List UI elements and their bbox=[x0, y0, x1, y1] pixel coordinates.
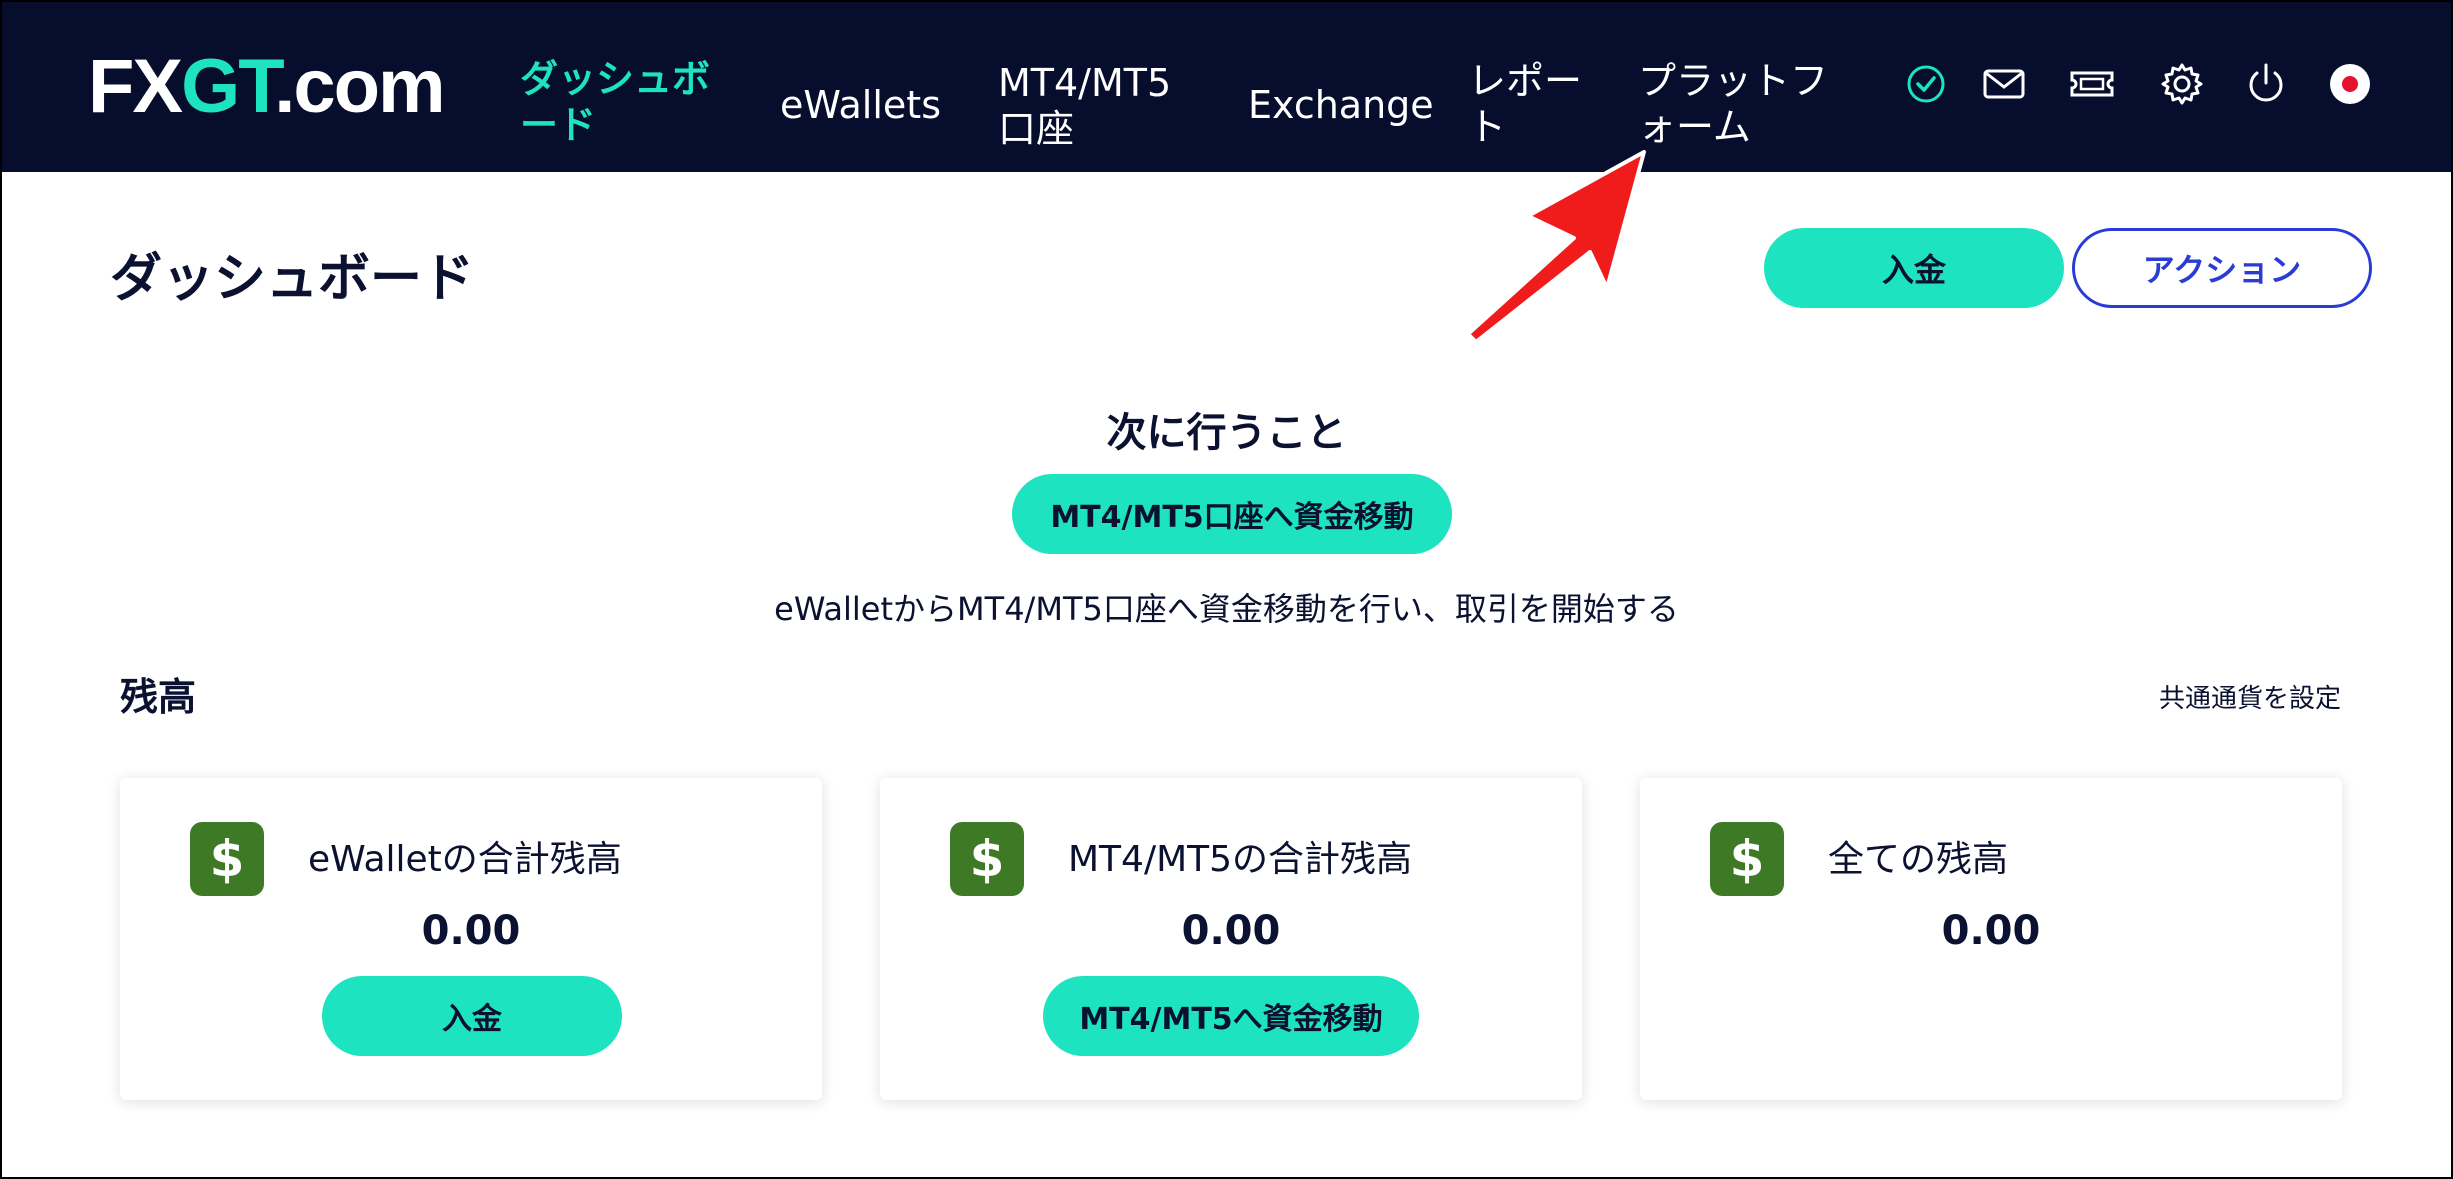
card-value: 0.00 bbox=[1181, 908, 1281, 954]
card-value: 0.00 bbox=[1941, 908, 2041, 954]
dollar-icon: $ bbox=[950, 822, 1024, 896]
set-common-currency-link[interactable]: 共通通貨を設定 bbox=[2159, 678, 2341, 715]
power-icon[interactable] bbox=[2240, 58, 2292, 110]
nav-dashboard[interactable]: ダッシュボード bbox=[520, 56, 720, 148]
card-label: 全ての残高 bbox=[1828, 839, 2009, 880]
app-window: FXGT.com ダッシュボード eWallets MT4/MT5口座 Exch… bbox=[2, 2, 2451, 1177]
flag-icon[interactable] bbox=[2324, 58, 2376, 110]
dollar-icon: $ bbox=[1710, 822, 1784, 896]
check-circle-icon[interactable] bbox=[1900, 58, 1952, 110]
ticket-icon[interactable] bbox=[2066, 58, 2118, 110]
transfer-to-mt-button[interactable]: MT4/MT5口座へ資金移動 bbox=[1012, 474, 1452, 554]
page-title: ダッシュボード bbox=[110, 249, 475, 309]
card-deposit-button[interactable]: 入金 bbox=[322, 976, 622, 1056]
logo-suffix: .com bbox=[274, 44, 445, 129]
nav-platforms[interactable]: プラットフォーム bbox=[1638, 58, 1858, 150]
action-button[interactable]: アクション bbox=[2072, 228, 2372, 308]
ewallet-balance-card: $ eWalletの合計残高 0.00 入金 bbox=[120, 778, 822, 1100]
top-nav-bar: FXGT.com ダッシュボード eWallets MT4/MT5口座 Exch… bbox=[2, 2, 2451, 172]
nav-mt4-mt5-accounts[interactable]: MT4/MT5口座 bbox=[998, 60, 1188, 152]
logo-prefix: FX bbox=[88, 44, 183, 129]
nav-ewallets[interactable]: eWallets bbox=[780, 82, 941, 128]
fxgt-logo[interactable]: FXGT.com bbox=[88, 42, 446, 132]
mail-icon[interactable] bbox=[1978, 58, 2030, 110]
logo-accent: GT bbox=[181, 44, 276, 129]
next-steps-title: 次に行うこと bbox=[1106, 410, 1347, 456]
card-transfer-button[interactable]: MT4/MT5へ資金移動 bbox=[1043, 976, 1419, 1056]
gear-icon[interactable] bbox=[2156, 58, 2208, 110]
card-label: eWalletの合計残高 bbox=[308, 839, 622, 880]
annotation-arrow-icon bbox=[1466, 150, 1646, 344]
mt-balance-card: $ MT4/MT5の合計残高 0.00 MT4/MT5へ資金移動 bbox=[880, 778, 1582, 1100]
total-balance-card: $ 全ての残高 0.00 bbox=[1640, 778, 2342, 1100]
nav-reports[interactable]: レポート bbox=[1468, 58, 1588, 150]
balance-section-title: 残高 bbox=[120, 675, 197, 719]
card-value: 0.00 bbox=[421, 908, 521, 954]
next-steps-description: eWalletからMT4/MT5口座へ資金移動を行い、取引を開始する bbox=[774, 590, 1679, 628]
card-label: MT4/MT5の合計残高 bbox=[1068, 839, 1413, 880]
deposit-button[interactable]: 入金 bbox=[1764, 228, 2064, 308]
nav-exchange[interactable]: Exchange bbox=[1248, 82, 1434, 128]
dollar-icon: $ bbox=[190, 822, 264, 896]
